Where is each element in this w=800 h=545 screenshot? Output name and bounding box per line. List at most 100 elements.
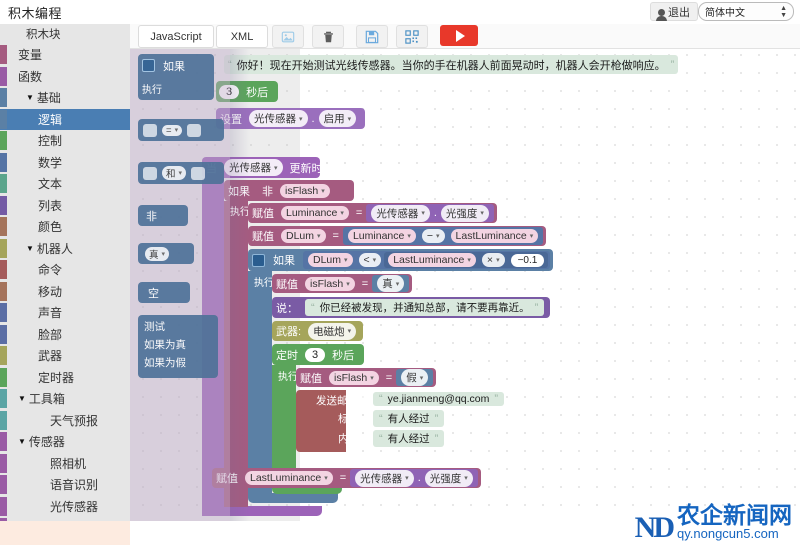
blockly-workspace[interactable]: ▾ ▾ “ 你好！现在开始测试光线传感器。当你的手在机器人前面晃动时，机器人会开… [130, 40, 800, 521]
lastluminance-ref-field-2[interactable]: LastLuminance ▾ [388, 253, 476, 267]
flyout-if-block[interactable]: 如果 执行 [138, 54, 214, 100]
tab-javascript[interactable]: JavaScript [138, 25, 214, 48]
isflash-field[interactable]: isFlash ▾ [280, 183, 330, 198]
tab-xml[interactable]: XML [216, 25, 268, 48]
weapon-block[interactable]: 武器: 电磁炮 ▾ [272, 321, 364, 341]
threshold-field[interactable]: −0.1 [510, 253, 545, 267]
assign-isflash-false-block[interactable]: 赋值 isFlash ▾ = 假 ▾ [296, 368, 437, 387]
flyout-null-block[interactable]: 空 [138, 282, 190, 303]
toolbox-item-19[interactable]: 照相机 [0, 453, 130, 475]
toolbox-item-9[interactable]: ▼ 机器人 [0, 238, 130, 260]
toolbox-item-3[interactable]: 逻辑 [0, 108, 130, 130]
flyout-not-block[interactable]: 非 [138, 205, 188, 226]
toolbox-item-21[interactable]: 光传感器 [0, 496, 130, 518]
isflash-field-2[interactable]: isFlash ▾ [305, 276, 355, 291]
toolbox-item-2[interactable]: ▼ 基础 [0, 87, 130, 109]
toolbox-tree[interactable]: 积木块 变量 函数 ▼ 基础 逻辑 控制 数学 文本 列表 颜色 ▼ 机器人 命令 移动 声音 脸部 武器 定时器… [0, 24, 130, 521]
gear-icon[interactable] [252, 253, 265, 267]
chevron-down-icon[interactable]: ▼ [18, 437, 26, 446]
flyout-compare-slot-right[interactable] [187, 123, 202, 137]
toolbox-item-11[interactable]: 移动 [0, 281, 130, 303]
light-sensor-field-2[interactable]: 光传感器 ▾ [355, 469, 414, 487]
flyout-ternary-block[interactable]: 测试 如果为真 如果为假 [138, 315, 218, 378]
logout-button[interactable]: 退出 [650, 2, 698, 21]
multiply-block[interactable]: LastLuminance ▾ × ▾ −0.1 [384, 252, 549, 268]
toolbox-item-17[interactable]: 天气预报 [0, 410, 130, 432]
language-select[interactable]: 简体中文 ▲ ▼ [698, 2, 794, 21]
toolbox-item-14[interactable]: 武器 [0, 345, 130, 367]
qr-code-icon[interactable] [396, 25, 428, 48]
toolbox-item-15[interactable]: 定时器 [0, 367, 130, 389]
say-block[interactable]: 说： “ 你已经被发现，并通知总部，请不要再靠近。 ” [272, 297, 551, 318]
if-dlum-compare-block[interactable]: 如果 DLum ▾ < ▾ LastLuminance ▾ × ▾ −0.1 [248, 249, 554, 271]
mail-address-literal[interactable]: “ ye.jianmeng@qq.com ” [373, 392, 505, 406]
mail-subject-literal[interactable]: “ 有人经过 ” [373, 410, 445, 427]
toolbox-item-4[interactable]: 控制 [0, 130, 130, 152]
flyout-and-op[interactable]: 和 ▾ [162, 166, 187, 180]
compare-lt-block[interactable]: DLum ▾ < ▾ LastLuminance ▾ × ▾ −0.1 [303, 251, 551, 269]
subtract-block[interactable]: Luminance ▾ − ▾ LastLuminance ▾ [342, 227, 544, 245]
flyout-compare-op[interactable]: = ▾ [162, 124, 183, 136]
quote-open-icon-3: “ [379, 393, 383, 405]
boolean-false-field[interactable]: 假 ▾ [401, 369, 429, 386]
toolbox-item-20[interactable]: 语音识别 [0, 474, 130, 496]
chevron-down-icon[interactable]: ▼ [18, 394, 26, 403]
boolean-true-block[interactable]: 真 ▾ [372, 275, 410, 292]
flyout-boolean-field[interactable]: 真 ▾ [145, 246, 170, 261]
light-intensity-field-1[interactable]: 光强度 ▾ [440, 204, 489, 222]
light-sensor-field-1[interactable]: 光传感器 ▾ [371, 204, 430, 222]
toolbox-item-5[interactable]: 数学 [0, 152, 130, 174]
timer-block[interactable]: 定时 3 秒后 [272, 344, 365, 365]
toolbox-item-7[interactable]: 列表 [0, 195, 130, 217]
chevron-down-icon[interactable]: ▼ [26, 93, 34, 102]
lt-op-field[interactable]: < ▾ [358, 253, 382, 267]
toolbox-item-12[interactable]: 声音 [0, 302, 130, 324]
assign-dlum-block[interactable]: 赋值 DLum ▾ = Luminance ▾ − ▾ LastLuminance ▾ [248, 226, 547, 246]
toolbox-item-1[interactable]: 函数 [0, 66, 130, 88]
light-intensity-field-2[interactable]: 光强度 ▾ [424, 469, 473, 487]
toolbox-item-16[interactable]: ▼ 工具箱 [0, 388, 130, 410]
say-text-literal[interactable]: “ 你已经被发现，并通知总部，请不要再靠近。 ” [305, 299, 545, 316]
assign-luminance-block[interactable]: 赋值 Luminance ▾ = 光传感器 ▾ . 光强度 ▾ [248, 203, 497, 223]
toolbox-item-10[interactable]: 命令 [0, 259, 130, 281]
light-sensor-value-block[interactable]: 光传感器 ▾ . 光强度 ▾ [366, 204, 494, 222]
boolean-false-block[interactable]: 假 ▾ [396, 369, 434, 386]
flyout-and-block[interactable]: 和 ▾ [138, 162, 224, 184]
mail-body-literal[interactable]: “ 有人经过 ” [373, 430, 445, 447]
toolbox-item-18[interactable]: ▼ 传感器 [0, 431, 130, 453]
toolbox-item-13[interactable]: 脸部 [0, 324, 130, 346]
toolbox-item-0[interactable]: 变量 [0, 44, 130, 66]
text-literal-greeting[interactable]: “ 你好！现在开始测试光线传感器。当你的手在机器人前面晃动时，机器人会开枪做响应… [224, 55, 679, 74]
sensor-value-field[interactable]: 启用 ▾ [318, 110, 357, 127]
timer-value-field[interactable]: 3 [305, 347, 326, 362]
lastluminance-var-field[interactable]: LastLuminance ▾ [245, 471, 333, 485]
assign-lastluminance-block[interactable]: 赋值 LastLuminance ▾ = 光传感器 ▾ . 光强度 ▾ [212, 468, 481, 488]
run-button[interactable] [440, 25, 478, 46]
lastluminance-ref-field-1[interactable]: LastLuminance ▾ [450, 229, 539, 243]
flyout-and-slot-left[interactable] [143, 166, 157, 180]
gear-icon-flyout[interactable] [142, 59, 155, 72]
trash-icon[interactable] [312, 25, 344, 48]
dlum-ref-field[interactable]: DLum ▾ [308, 253, 353, 267]
boolean-true-field[interactable]: 真 ▾ [377, 275, 405, 292]
toolbox-flyout[interactable] [130, 40, 230, 521]
image-preview-icon[interactable] [272, 25, 304, 48]
sensor-target-field[interactable]: 光传感器 ▾ [249, 110, 308, 127]
isflash-field-3[interactable]: isFlash ▾ [329, 370, 379, 385]
mul-op-field[interactable]: × ▾ [481, 253, 505, 267]
chevron-down-icon[interactable]: ▼ [26, 244, 34, 253]
minus-op-field[interactable]: − ▾ [421, 229, 445, 243]
luminance-var-field[interactable]: Luminance ▾ [281, 206, 349, 220]
weapon-value-field[interactable]: 电磁炮 ▾ [308, 322, 357, 340]
flyout-boolean-block[interactable]: 真 ▾ [138, 243, 194, 264]
floppy-disk-icon[interactable] [356, 25, 388, 48]
light-sensor-value-block-2[interactable]: 光传感器 ▾ . 光强度 ▾ [350, 469, 478, 487]
flyout-compare-block[interactable]: = ▾ [138, 119, 224, 141]
luminance-ref-field[interactable]: Luminance ▾ [347, 229, 416, 243]
toolbox-item-8[interactable]: 颜色 [0, 216, 130, 238]
toolbox-item-6[interactable]: 文本 [0, 173, 130, 195]
assign-isflash-true-block[interactable]: 赋值 isFlash ▾ = 真 ▾ [272, 274, 413, 293]
flyout-and-slot-right[interactable] [191, 166, 206, 180]
dlum-var-field[interactable]: DLum ▾ [281, 229, 326, 243]
flyout-compare-slot-left[interactable] [143, 123, 157, 137]
